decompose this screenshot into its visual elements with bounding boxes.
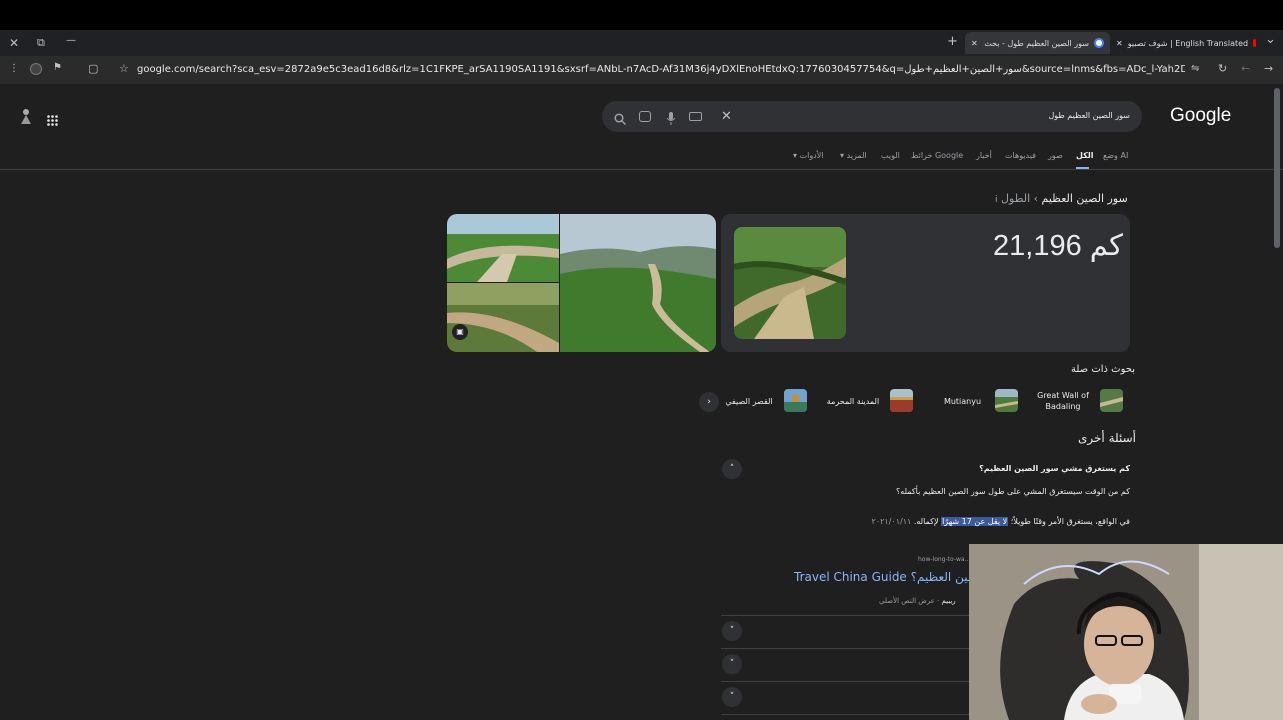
tab-tools-label: الأدوات bbox=[799, 151, 824, 160]
webcam-overlay-image bbox=[969, 544, 1283, 720]
related-heading: بحوث ذات صلة bbox=[1071, 364, 1135, 375]
tab-videos[interactable]: فيديوهات bbox=[1005, 151, 1036, 160]
youtube-favicon-icon bbox=[1253, 39, 1256, 47]
paa-source-url[interactable]: how-long-to-wa... bbox=[918, 556, 970, 563]
paa-subquestion: كم من الوقت سيستغرق المشي على طول سور ال… bbox=[896, 487, 1130, 496]
paa-answer-post: لإكماله. bbox=[913, 517, 939, 526]
extensions-icon[interactable]: ⚑ bbox=[53, 63, 62, 73]
window-minimize-button[interactable]: — bbox=[66, 36, 76, 46]
tab-search-title: سور الصين العظيم طول - بحث bbox=[984, 38, 1089, 48]
site-settings-icon[interactable]: ⇋ bbox=[1191, 64, 1199, 74]
search-box[interactable]: سور الصين العظيم طول ✕ bbox=[602, 101, 1142, 132]
paa-answer-date: ٢٠٢١/٠١/١١ bbox=[871, 517, 912, 526]
profile-avatar-icon[interactable] bbox=[30, 63, 42, 75]
tab-search-icon[interactable]: ▢ bbox=[88, 63, 98, 74]
search-input[interactable]: سور الصين العظيم طول bbox=[1048, 111, 1130, 120]
tab-web[interactable]: الويب bbox=[881, 151, 900, 160]
paa-answer-pre: في الواقع، يستغرق الأمر وقتًا طويلاً؛ bbox=[1010, 517, 1130, 526]
related-thumb-mutianyu[interactable] bbox=[995, 389, 1018, 412]
new-tab-button[interactable]: + bbox=[947, 35, 958, 48]
related-next-chevron-icon[interactable]: › bbox=[699, 392, 719, 412]
tab-youtube[interactable]: English Translated | شوف تصبيو ✕ bbox=[1116, 32, 1256, 54]
tab-news[interactable]: أخبار bbox=[976, 151, 992, 160]
paa-source-link[interactable]: Travel China Guide الصين العظيم؟ - bbox=[794, 570, 993, 584]
paa-show-original[interactable]: عرض النص الأصلي bbox=[879, 597, 935, 605]
voice-search-icon[interactable] bbox=[666, 110, 676, 129]
account-avatar-icon[interactable] bbox=[20, 108, 32, 124]
window-restore-button[interactable]: ⧉ bbox=[37, 37, 45, 48]
paa-collapse-chevron-icon[interactable]: ˄ bbox=[722, 459, 742, 479]
related-item-mutianyu[interactable]: Mutianyu bbox=[935, 396, 990, 407]
tab-more[interactable]: ▾ المزيد bbox=[840, 151, 867, 160]
paa-expand-chevron-icon-2[interactable]: ˅ bbox=[722, 654, 742, 674]
screen-top-bar bbox=[0, 0, 1283, 30]
answer-thumbnail-image[interactable] bbox=[734, 227, 846, 339]
keyboard-icon[interactable] bbox=[689, 112, 702, 121]
back-icon[interactable]: → bbox=[1264, 63, 1273, 74]
page-scrollbar[interactable] bbox=[1274, 88, 1280, 248]
clear-search-icon[interactable]: ✕ bbox=[721, 109, 732, 124]
paa-source-meta[interactable]: ريبيم · عرض النص الأصلي bbox=[879, 597, 956, 605]
breadcrumb-separator: › bbox=[1033, 192, 1039, 205]
related-item-summer-palace[interactable]: القصر الصيفي bbox=[718, 396, 780, 407]
tab-list-button[interactable]: ⌄ bbox=[1265, 33, 1276, 46]
paa-expand-chevron-icon-1[interactable]: ˅ bbox=[722, 621, 742, 641]
related-item-badaling[interactable]: Great Wall of Badaling bbox=[1030, 390, 1096, 412]
lens-camera-icon[interactable] bbox=[639, 111, 651, 122]
tab-youtube-title: English Translated | شوف تصبيو bbox=[1127, 38, 1249, 48]
tab-ai-mode[interactable]: وضع AI bbox=[1103, 151, 1128, 160]
related-thumb-forbidden-city[interactable] bbox=[890, 389, 913, 412]
answer-breadcrumb: سور الصين العظيم › الطول ⅰ bbox=[995, 192, 1128, 205]
paa-answer: في الواقع، يستغرق الأمر وقتًا طويلاً؛ لا… bbox=[872, 517, 1130, 526]
tab-search[interactable]: سور الصين العظيم طول - بحث ✕ bbox=[965, 32, 1110, 54]
apps-grid-icon[interactable] bbox=[47, 111, 58, 130]
paa-expand-chevron-icon-3[interactable]: ˅ bbox=[722, 687, 742, 707]
search-icon[interactable] bbox=[614, 110, 627, 129]
paa-source-title-en[interactable]: Travel China Guide bbox=[794, 570, 907, 584]
related-thumb-badaling[interactable] bbox=[1100, 389, 1123, 412]
breadcrumb-attribute: الطول bbox=[1001, 192, 1031, 205]
breadcrumb-subject[interactable]: سور الصين العظيم bbox=[1042, 192, 1128, 205]
wall-image-2[interactable] bbox=[447, 283, 559, 352]
google-favicon-icon bbox=[1094, 38, 1104, 48]
address-bar-url[interactable]: google.com/search?sca_esv=2872a9e5c3ead1… bbox=[137, 64, 1185, 75]
forward-icon[interactable]: ← bbox=[1241, 63, 1250, 74]
reload-icon[interactable]: ↻ bbox=[1218, 63, 1227, 74]
menu-icon[interactable]: ⋮ bbox=[9, 64, 19, 74]
nav-divider bbox=[0, 169, 1283, 170]
answer-value: 21,196 كم bbox=[993, 230, 1123, 262]
window-close-button[interactable]: ✕ bbox=[9, 37, 19, 49]
paa-source-meta2: ريبيم bbox=[941, 597, 956, 605]
paa-heading: أسئلة أخرى bbox=[1078, 431, 1136, 445]
tab-tools[interactable]: ▾ الأدوات bbox=[793, 151, 824, 160]
tab-more-label: المزيد bbox=[846, 151, 867, 160]
bookmark-star-icon[interactable]: ☆ bbox=[119, 63, 129, 74]
wall-image-1[interactable] bbox=[447, 214, 559, 282]
breadcrumb-info-icon[interactable]: ⅰ bbox=[995, 195, 998, 205]
image-gallery-icon[interactable]: ▣ bbox=[452, 324, 468, 340]
tab-all[interactable]: الكل bbox=[1076, 151, 1094, 160]
tab-search-close-icon[interactable]: ✕ bbox=[971, 39, 978, 48]
tab-images[interactable]: صور bbox=[1048, 151, 1063, 160]
paa-question[interactable]: كم يستغرق مشي سور الصين العظيم؟ bbox=[979, 464, 1130, 473]
wall-image-3[interactable] bbox=[560, 214, 716, 352]
paa-source-meta-sep: · bbox=[937, 597, 940, 605]
google-logo[interactable]: Google bbox=[1170, 105, 1231, 127]
paa-answer-highlight: لا يقل عن 17 شهرًا bbox=[941, 517, 1009, 526]
related-thumb-summer-palace[interactable] bbox=[784, 389, 807, 412]
tab-maps[interactable]: خرائط Google bbox=[911, 151, 963, 160]
related-item-forbidden-city[interactable]: المدينة المحرمة bbox=[820, 396, 886, 407]
tab-youtube-close-icon[interactable]: ✕ bbox=[1116, 39, 1123, 48]
